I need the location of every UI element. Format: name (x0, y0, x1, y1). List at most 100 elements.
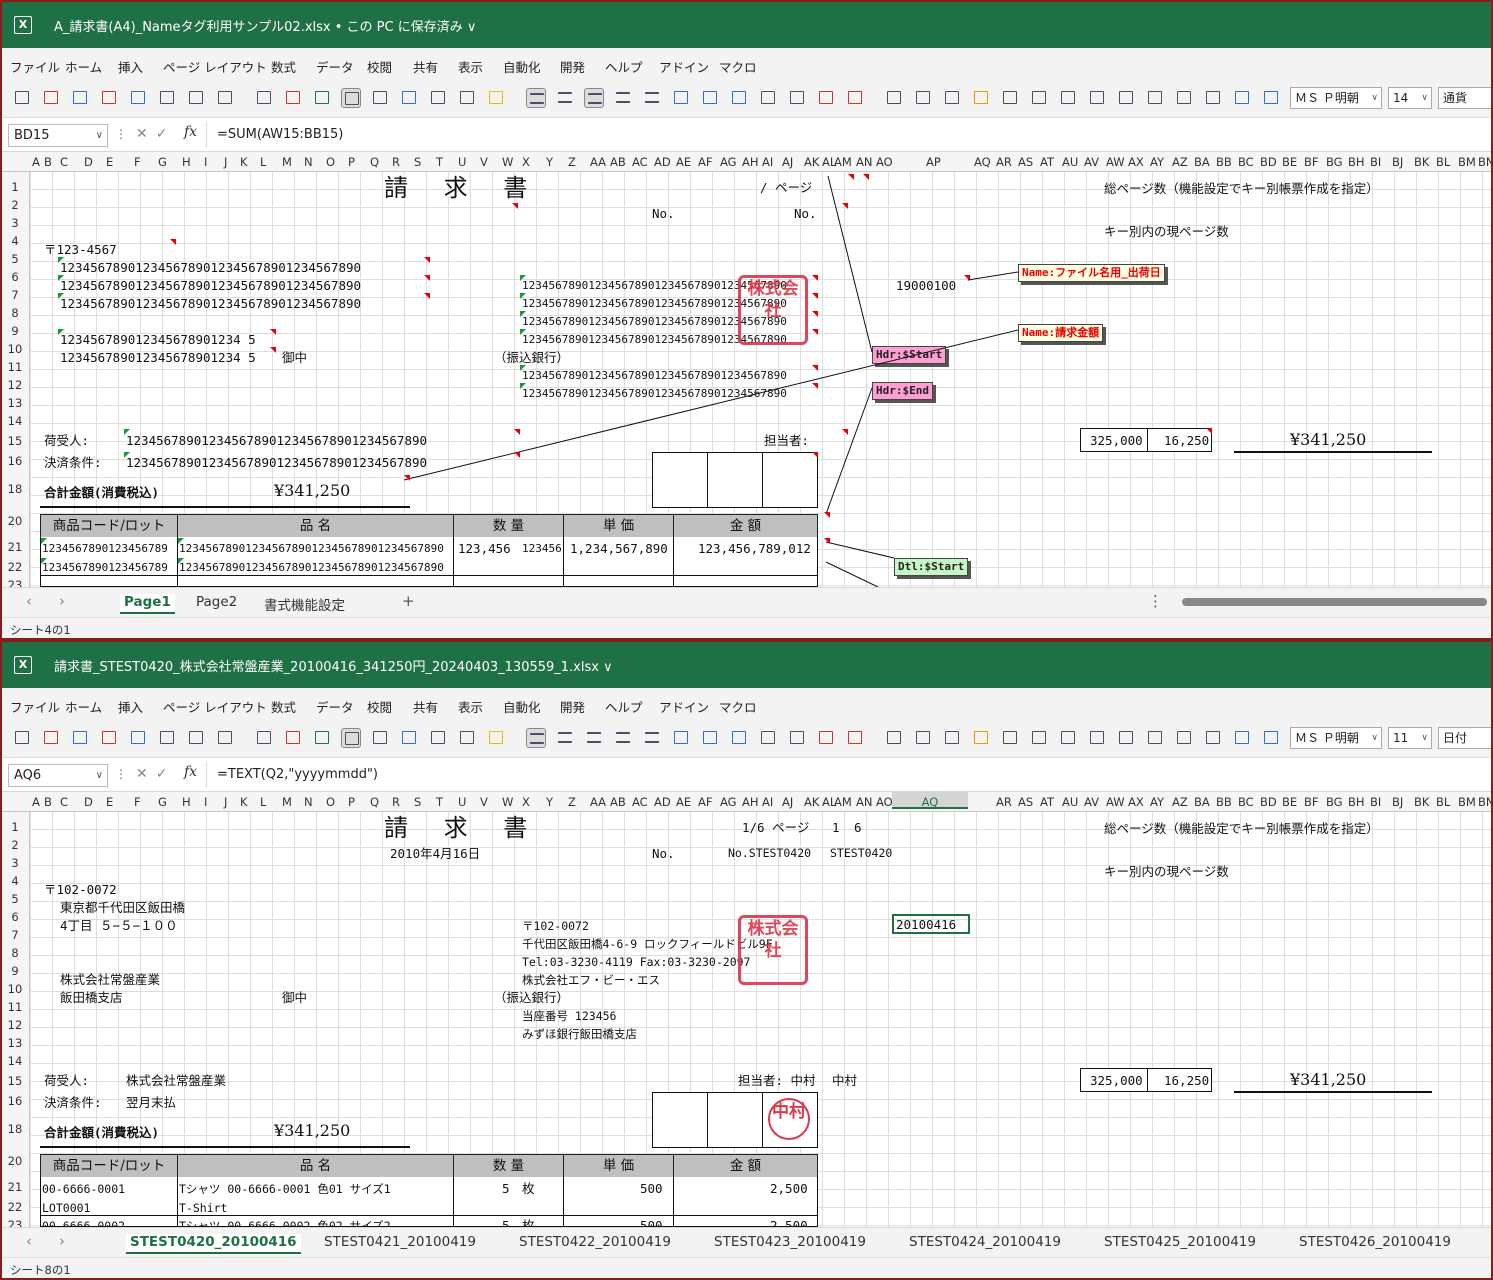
column-header[interactable]: V (480, 155, 488, 169)
font-grow-icon[interactable] (913, 88, 933, 108)
row-header[interactable]: 4 (4, 874, 26, 888)
column-header[interactable]: BD (1260, 795, 1277, 809)
row-header[interactable]: 10 (4, 342, 26, 356)
column-header[interactable]: E (106, 155, 113, 169)
row-header[interactable]: 5 (4, 252, 26, 266)
column-header[interactable]: X (522, 155, 530, 169)
column-header[interactable]: H (182, 795, 191, 809)
column-header[interactable]: F (134, 155, 141, 169)
brush-icon[interactable] (283, 88, 303, 108)
row-header[interactable]: 20 (4, 514, 26, 528)
font-shrink-icon[interactable] (942, 88, 962, 108)
row-header[interactable]: 18 (4, 482, 26, 496)
column-header[interactable]: AX (1128, 155, 1144, 169)
tab-stest0422[interactable]: STEST0422_20100419 (519, 1234, 671, 1250)
column-header[interactable]: AB (610, 795, 626, 809)
column-header[interactable]: AD (654, 795, 671, 809)
column-header[interactable]: G (158, 155, 167, 169)
row-header[interactable]: 16 (4, 454, 26, 468)
column-header[interactable]: AN (856, 795, 872, 809)
column-header[interactable]: BB (1216, 795, 1232, 809)
row-header[interactable]: 8 (4, 946, 26, 960)
copy-icon[interactable] (157, 728, 177, 748)
column-header[interactable]: AQ (974, 155, 991, 169)
col3-icon[interactable] (1058, 728, 1078, 748)
column-header[interactable]: AQ (892, 792, 968, 809)
align-right-icon[interactable] (555, 728, 575, 748)
insert-row-icon[interactable] (254, 88, 274, 108)
column-header[interactable]: V (480, 795, 488, 809)
grid-icon[interactable] (312, 728, 332, 748)
fx-icon[interactable]: fx (184, 124, 197, 140)
column-header[interactable]: AE (676, 795, 691, 809)
split-icon[interactable] (70, 728, 90, 748)
column-header[interactable]: AK (804, 155, 819, 169)
column-header[interactable]: AX (1128, 795, 1144, 809)
page-icon[interactable] (1116, 88, 1136, 108)
note-hdr-start[interactable]: Hdr:$Start (872, 346, 947, 364)
menu-macros[interactable]: マクロ (719, 57, 757, 76)
row-header[interactable]: 23 (4, 578, 26, 587)
column-header[interactable]: AK (804, 795, 819, 809)
split-icon[interactable] (70, 88, 90, 108)
column-header[interactable]: AU (1062, 155, 1078, 169)
column-header[interactable]: M (282, 795, 292, 809)
column-header[interactable]: Z (568, 795, 576, 809)
ship-date-cell[interactable]: 20100416 (896, 917, 956, 933)
column-header[interactable]: AI (762, 155, 773, 169)
column-header[interactable]: D (84, 795, 93, 809)
ship-date-cell[interactable]: 19000100 (896, 278, 956, 294)
fill-color-icon[interactable] (486, 88, 506, 108)
tree-icon[interactable] (399, 88, 419, 108)
column-header[interactable]: BA (1194, 155, 1210, 169)
tab-stest0424[interactable]: STEST0424_20100419 (909, 1234, 1061, 1250)
format-icon[interactable] (12, 88, 32, 108)
column-header[interactable]: BL (1436, 795, 1450, 809)
note-dtl-start[interactable]: Dtl:$Start (894, 558, 969, 576)
row-header[interactable]: 6 (4, 270, 26, 284)
tab-page2[interactable]: Page2 (196, 594, 237, 610)
row-header[interactable]: 21 (4, 1180, 26, 1194)
col3-icon[interactable] (1058, 88, 1078, 108)
tab-stest0425[interactable]: STEST0425_20100419 (1104, 1234, 1256, 1250)
fill-color-icon[interactable] (486, 728, 506, 748)
page3-icon[interactable] (1174, 88, 1194, 108)
table-icon[interactable] (215, 728, 235, 748)
column-header[interactable]: BL (1436, 155, 1450, 169)
column-header[interactable]: BA (1194, 795, 1210, 809)
column-header[interactable]: L (260, 155, 266, 169)
column-header[interactable]: AN (856, 155, 872, 169)
column-header[interactable]: Y (546, 795, 553, 809)
menu-insert[interactable]: 挿入 (118, 57, 143, 76)
table-icon[interactable] (215, 88, 235, 108)
column-header[interactable]: AC (632, 795, 648, 809)
border-none-icon[interactable] (758, 728, 778, 748)
column-header[interactable]: AS (1018, 795, 1033, 809)
row-header[interactable]: 9 (4, 324, 26, 338)
tab-stest0421[interactable]: STEST0421_20100419 (324, 1234, 476, 1250)
font-size-select[interactable]: 14 ∨ (1388, 87, 1432, 109)
comment-icon[interactable] (370, 728, 390, 748)
menu-view[interactable]: 表示 (458, 57, 483, 76)
column-header[interactable]: AO (876, 155, 893, 169)
column-header[interactable]: U (458, 795, 466, 809)
column-header[interactable]: Q (370, 155, 379, 169)
note-name-file[interactable]: Name:ファイル名用_出荷日 (1018, 264, 1165, 282)
column-header[interactable]: I (204, 155, 207, 169)
menu-automate[interactable]: 自動化 (503, 57, 541, 76)
column-header[interactable]: AT (1040, 155, 1054, 169)
merge-icon[interactable] (99, 728, 119, 748)
row-header[interactable]: 10 (4, 982, 26, 996)
formula-input[interactable]: =TEXT(Q2,"yyyymmdd") (206, 762, 1491, 788)
row-header[interactable]: 14 (4, 414, 26, 428)
tab-format-settings[interactable]: 書式機能設定 (264, 594, 345, 614)
column-header[interactable]: S (414, 155, 421, 169)
border-outer-icon[interactable] (787, 728, 807, 748)
column-header[interactable]: J (224, 795, 227, 809)
row-header[interactable]: 5 (4, 892, 26, 906)
arrange-icon[interactable] (128, 88, 148, 108)
column-header[interactable]: E (106, 795, 113, 809)
menu-file[interactable]: ファイル (10, 57, 60, 76)
page-icon[interactable] (1116, 728, 1136, 748)
column-header[interactable]: I (204, 795, 207, 809)
